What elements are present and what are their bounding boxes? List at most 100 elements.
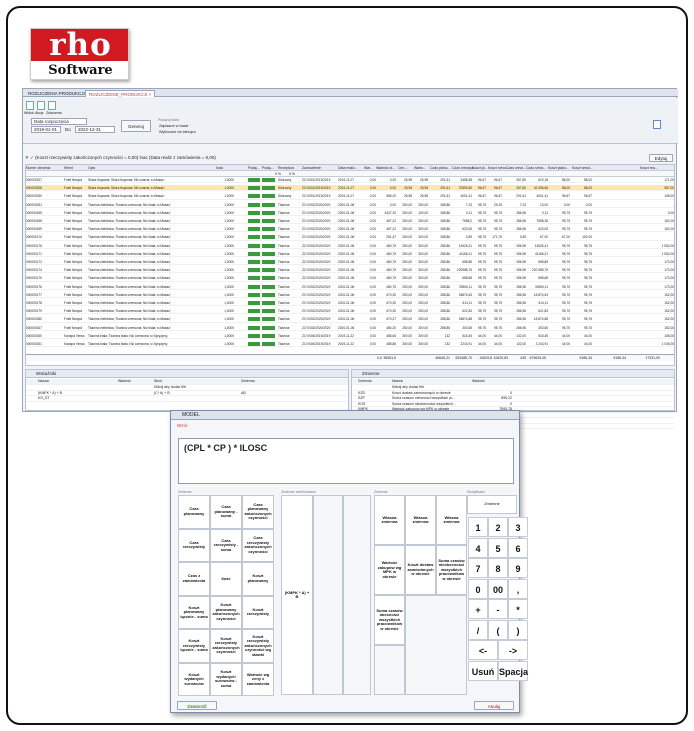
keypad-key[interactable]: 0 [468,578,488,599]
table-cell: Tkanina [278,243,290,248]
tab-rozliczenie-produkcji[interactable]: ROZLICZENIE_PRODUKCJI × [85,90,156,97]
table-cell: 44,00 [478,342,486,346]
radio-live[interactable]: Wyliczone na bieżąco [159,130,196,134]
formula-input[interactable]: (CPL * CP ) * ILOSC [178,438,514,484]
panel-row[interactable]: KO_ST [26,396,348,402]
confirm-button[interactable]: Zatwierdź [177,701,217,710]
table-row[interactable]: 000000167 Fotel Neapol Tkanina niebieska; … [26,325,674,331]
table-cell: 25,98 [404,186,412,191]
variable-button[interactable]: Czas rzeczywisty - suma [210,528,242,562]
variable-button[interactable]: Koszt planowany [242,562,274,596]
variable-button[interactable]: Czas planowany zakończonych czynności [242,495,274,529]
modifier-button[interactable]: Zmienne [467,495,517,514]
table-row[interactable]: 000000178 Fotel Neapol Tkanina niebieska; … [26,300,674,307]
table-row[interactable]: 000000166 Fotel Neapol Tkanina niebieska; … [26,218,674,225]
variable-button[interactable]: Ilość [210,562,242,596]
date-from-field[interactable]: 2019-01-01 [31,126,61,133]
keypad-key[interactable]: + [468,599,488,619]
variable-button[interactable]: Koszt planowany łącznie - suma [178,595,210,629]
keypad-key[interactable]: ) [508,619,528,640]
variable-button[interactable]: Czas planowany - suma [210,495,242,529]
keypad-key[interactable]: Usuń [468,660,498,681]
variable-button[interactable]: Czas z zamówienia [178,562,210,596]
defined-variable-button[interactable]: (KMPK * A) + B [281,495,313,695]
table-row[interactable]: 000000175 Fotel Neapol Tkanina niebieska; … [26,275,674,282]
filter-close-icon[interactable]: ✕ ✓ [25,155,34,160]
tab-formula[interactable]: Wzór [177,423,188,428]
table-row[interactable]: 000000331 Fotel Neapol Tkanina niebieska; … [26,202,674,208]
progress-bar [262,235,275,240]
view-icon[interactable] [26,101,34,110]
variable-button[interactable]: Koszt rzeczywisty łącznie - suma [178,629,210,663]
keypad-key[interactable]: 8 [488,558,508,578]
table-cell: 2020-01-06 [338,210,355,215]
actions-icon[interactable] [37,101,45,110]
table-cell: 288,86 [440,317,450,322]
variable-button[interactable]: Suma czasów nieobecności wszystkich prac… [436,545,467,595]
generate-button[interactable]: Generuj [121,120,151,132]
table-row[interactable]: 000000150 Kanapa Venus Tkanina biała; Tkan… [26,333,674,339]
keypad-key[interactable]: * [508,599,528,619]
variable-button[interactable]: Koszt rzeczywisty [242,595,274,629]
variable-button[interactable]: Koszt dostaw zamówionych w okresie [405,545,436,595]
events-icon[interactable] [48,101,56,110]
keypad-key[interactable]: 3 [508,517,528,537]
variable-button[interactable]: Własna zmienna [374,495,405,545]
variable-button[interactable]: Suma czasów obecności wszystkich pracown… [374,595,405,645]
table-row[interactable]: 000000330 Fotel Neapol Skóra brązowa; Skór… [26,193,674,200]
table-cell: Fotel Neapol [64,202,83,207]
variable-button[interactable]: Czas rzeczywisty [178,528,210,562]
keypad-key[interactable]: 1 [468,517,488,537]
table-row[interactable]: 000000170 Fotel Neapol Tkanina niebieska; … [26,234,674,241]
table-cell: 288,86 [440,276,450,281]
variable-button[interactable]: Czas planowany [178,495,210,529]
date-type-select[interactable]: Data rozpoczęcia [31,118,87,125]
filter-edit-button[interactable]: Edytuj [649,154,673,162]
variable-button[interactable]: Koszt rzeczywisty zakończonych czynności… [242,629,274,663]
table-row[interactable]: 000000180 Fotel Neapol Tkanina niebieska; … [26,316,674,323]
keypad-key[interactable]: 4 [468,537,488,558]
variable-button[interactable]: Koszt wydanych surowców [178,662,210,696]
table-cell: 32 496,66 [533,186,548,191]
variable-button[interactable]: Własna zmienna [405,495,436,545]
keypad-key[interactable]: 6 [508,537,528,558]
variable-button[interactable]: Czas rzeczywisty zakończonych czynności [242,528,274,562]
table-row[interactable]: 000000176 Fotel Neapol Tkanina niebieska; … [26,243,674,249]
keypad-key[interactable]: / [468,619,488,640]
keypad-key[interactable]: <- [468,640,498,660]
table-cell: 2020-01-06 [338,292,355,297]
keypad-key[interactable]: - [488,599,508,619]
table-row[interactable]: 000000172 Fotel Neapol Tkanina niebieska; … [26,259,674,266]
table-cell: Tkanina niebieska; Tkanina czerwona; Nić… [88,260,171,264]
variable-button[interactable]: Wartość zakupów wg MPK w okresie [374,545,405,595]
tab-rozliczenia[interactable]: ROZLICZENIA PRODUKCJI [25,90,88,97]
table-row[interactable]: 000000165 Fotel Neapol Tkanina niebieska; … [26,210,674,216]
keypad-key[interactable]: , [508,578,528,599]
table-row[interactable]: 000000169 Fotel Neapol Tkanina niebieska; … [26,226,674,233]
table-row[interactable]: 000000176 Fotel Neapol Tkanina niebieska; … [26,284,674,290]
keypad-key[interactable]: 00 [488,578,508,599]
keypad-key[interactable]: 5 [488,537,508,558]
cancel-button[interactable]: Anuluj [474,701,514,710]
table-row[interactable]: 000000174 Fotel Neapol Tkanina niebieska; … [26,267,674,274]
keypad-key[interactable]: ( [488,619,508,640]
table-row[interactable]: 000000151 Kanapa Venus Tkanina biała; Tkan… [26,341,674,348]
variable-button[interactable]: Koszt wydanych surowców - suma [210,662,242,696]
variable-button[interactable]: Własna zmienna [436,495,467,545]
date-to-field[interactable]: 2022-12-31 [75,126,115,133]
keypad-key[interactable]: -> [498,640,528,660]
keypad-key[interactable]: 7 [468,558,488,578]
table-row[interactable]: 000000171 Fotel Neapol Tkanina niebieska; … [26,251,674,257]
variable-button[interactable]: Koszt planowany zakończonych czynności [210,595,242,629]
keypad-key[interactable]: 9 [508,558,528,578]
table-row[interactable]: 000000327 Fotel Neapol Skóra brązowa; Skór… [26,177,674,184]
variable-button[interactable]: Koszt rzeczywisty zakończonych czynności [210,629,242,663]
refresh-icon[interactable] [653,120,661,129]
table-row[interactable]: 000000177 Fotel Neapol Tkanina niebieska; … [26,292,674,298]
keypad-key[interactable]: 2 [488,517,508,537]
keypad-key[interactable]: Spacja [498,660,528,681]
table-row[interactable]: 000000328 Fotel Neapol Skóra brązowa; Skór… [26,185,674,192]
variable-button[interactable]: Wartość wg ceny z zamówienia [242,662,274,696]
radio-saved[interactable]: Zapisane w bazie [159,124,189,128]
table-row[interactable]: 000000179 Fotel Neapol Tkanina niebieska; … [26,308,674,315]
